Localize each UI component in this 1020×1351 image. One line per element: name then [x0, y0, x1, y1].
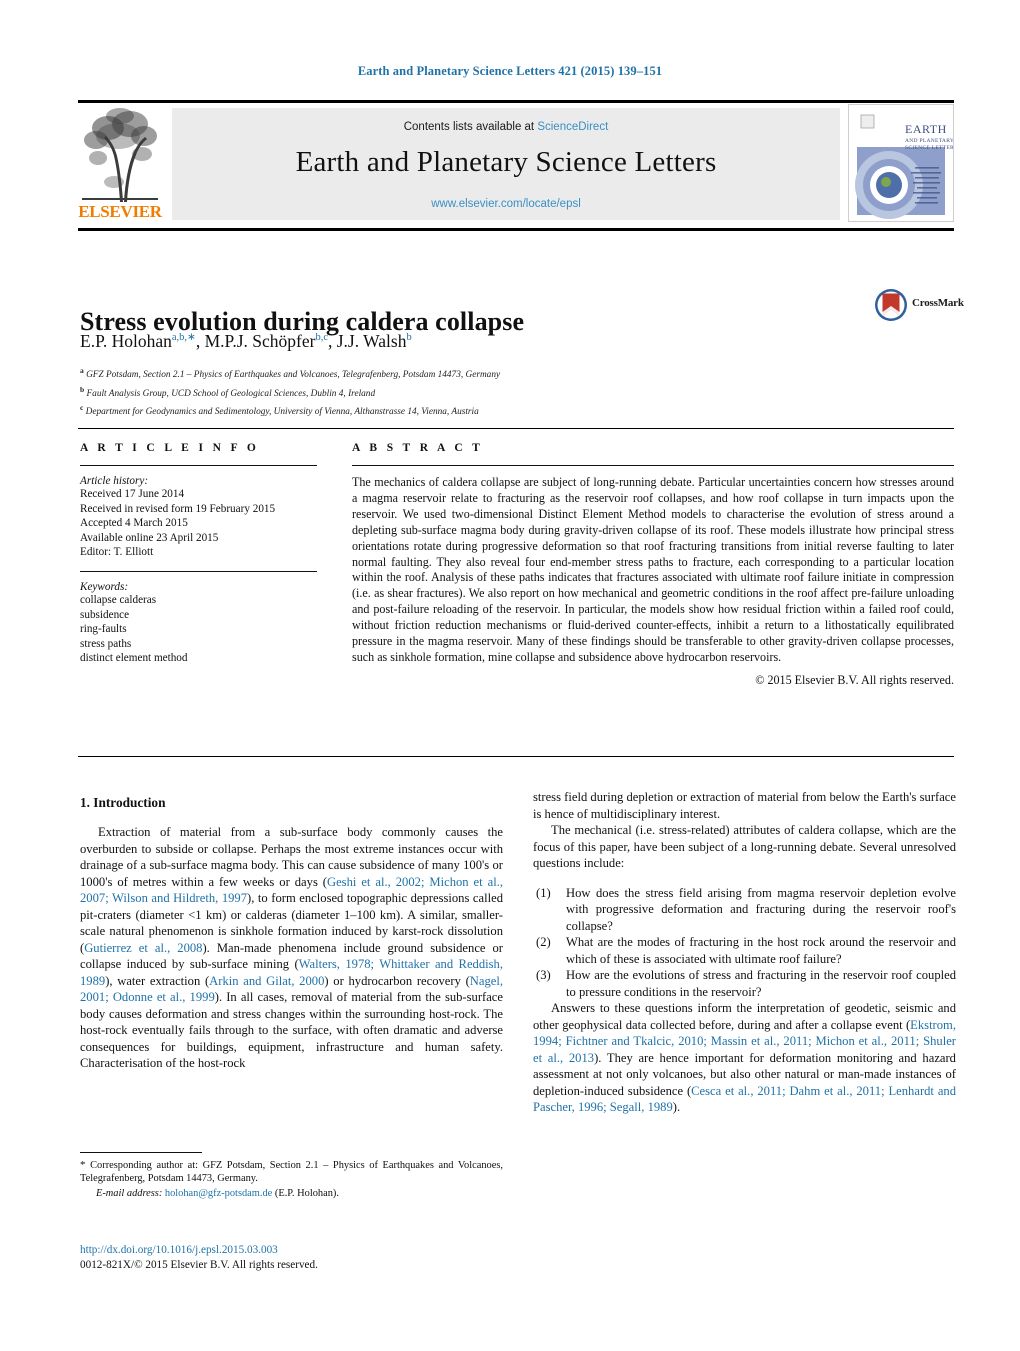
panel-bottom-rule [78, 756, 954, 757]
author-affil-marker[interactable]: b [406, 332, 411, 343]
svg-text:EARTH: EARTH [905, 122, 947, 136]
author-name: M.P.J. Schöpfer [204, 331, 316, 351]
elsevier-wordmark: ELSEVIER [78, 202, 162, 221]
affiliation-label: c [80, 403, 84, 413]
affiliation-label: a [80, 366, 84, 375]
svg-text:AND PLANETARY: AND PLANETARY [905, 138, 953, 144]
journal-banner: Contents lists available at ScienceDirec… [172, 108, 840, 220]
elsevier-logo: ELSEVIER [78, 106, 162, 222]
affiliation-label: b [80, 384, 85, 394]
introduction-paragraph-3: Answers to these questions inform the in… [533, 1000, 956, 1116]
introduction-paragraph-2: The mechanical (i.e. stress-related) att… [533, 823, 956, 870]
elsevier-tree-icon [82, 108, 158, 202]
issn-copyright-line: 0012-821X/© 2015 Elsevier B.V. All right… [80, 1259, 318, 1271]
affiliation-text: Fault Analysis Group, UCD School of Geol… [86, 388, 376, 399]
keyword-item: subsidence [80, 608, 130, 621]
list-item: (1) How does the stress field arising fro… [533, 885, 956, 935]
keyword-item: distinct element method [80, 652, 188, 665]
body-column-left: 1. Introduction Extraction of material f… [80, 795, 503, 1072]
journal-url-link[interactable]: www.elsevier.com/locate/epsl [172, 198, 840, 210]
body-column-right: stress field during depletion or extract… [533, 789, 956, 1116]
footnote-rule [80, 1152, 202, 1153]
history-editor: Editor: T. Elliott [80, 546, 154, 559]
article-history-label: Article history: [80, 475, 149, 487]
research-questions-list: (1) How does the stress field arising fro… [533, 885, 956, 1001]
masthead-bottom-rule [78, 228, 954, 231]
question-text: What are the modes of fracturing in the … [566, 935, 956, 966]
list-item: (2) What are the modes of fracturing in t… [533, 934, 956, 967]
citation-link[interactable]: Gutierrez et al., 2008 [84, 941, 202, 955]
keywords-label: Keywords: [80, 580, 129, 593]
affiliation-item: a GFZ Potsdam, Section 2.1 – Physics of … [80, 364, 800, 383]
svg-text:SCIENCE LETTERS: SCIENCE LETTERS [905, 145, 953, 151]
masthead-top-rule [78, 100, 954, 103]
body-text: ) or hydrocarbon recovery ( [324, 973, 470, 988]
footnote-block: * Corresponding author at: GFZ Potsdam, … [80, 1152, 503, 1200]
affiliation-item: b Fault Analysis Group, UCD School of Ge… [80, 383, 800, 402]
introduction-paragraph-1-continued: stress field during depletion or extract… [533, 789, 956, 822]
running-head: Earth and Planetary Science Letters 421 … [357, 64, 663, 78]
crossmark-label: CrossMark [912, 297, 964, 309]
affiliation-list: a GFZ Potsdam, Section 2.1 – Physics of … [80, 364, 800, 420]
keyword-item: collapse calderas [80, 593, 157, 606]
section-heading-introduction: 1. Introduction [80, 795, 166, 810]
journal-article-page: Earth and Planetary Science Letters 421 … [0, 0, 1020, 1351]
abstract-heading: A B S T R A C T [352, 442, 484, 454]
contents-prefix: Contents lists available at [403, 121, 538, 133]
history-item: Available online 23 April 2015 [80, 531, 219, 544]
journal-cover-image: EARTH AND PLANETARY SCIENCE LETTERS [849, 105, 953, 221]
abstract-text: The mechanics of caldera collapse are su… [352, 475, 954, 664]
body-text: ), water extraction ( [105, 973, 210, 988]
list-item: (3) How are the evolutions of stress and … [533, 967, 956, 1000]
contents-lists-line: Contents lists available at ScienceDirec… [172, 121, 840, 133]
crossmark-badge[interactable]: CrossMark [874, 288, 964, 322]
keyword-item: stress paths [80, 637, 132, 650]
body-text: stress field during depletion or extract… [533, 790, 956, 821]
email-note: E-mail address: holohan@gfz-potsdam.de (… [80, 1187, 503, 1200]
copyright-line: © 2015 Elsevier B.V. All rights reserved… [755, 672, 954, 687]
question-number: (1) [536, 885, 551, 900]
article-info-heading: A R T I C L E I N F O [80, 442, 260, 454]
question-text: How are the evolutions of stress and fra… [566, 968, 956, 999]
question-number: (3) [536, 968, 551, 982]
email-owner: (E.P. Holohan). [274, 1187, 339, 1199]
keywords-block: Keywords: collapse calderas subsidence r… [80, 581, 317, 666]
history-item: Accepted 4 March 2015 [80, 517, 188, 530]
info-divider [80, 465, 317, 466]
body-text: Answers to these questions inform the in… [533, 1001, 956, 1032]
affiliation-item: c Department for Geodynamics and Sedimen… [80, 401, 800, 420]
history-item: Received in revised form 19 February 201… [80, 502, 276, 515]
author-affil-marker[interactable]: b,c [315, 332, 328, 343]
question-text: How does the stress field arising from m… [566, 885, 956, 933]
journal-cover-thumbnail[interactable]: EARTH AND PLANETARY SCIENCE LETTERS [848, 104, 954, 222]
panel-top-rule [78, 428, 954, 429]
email-label: E-mail address: [96, 1187, 163, 1199]
email-link[interactable]: holohan@gfz-potsdam.de [165, 1188, 272, 1199]
abstract-column: A B S T R A C T The mechanics of caldera… [352, 442, 954, 688]
journal-title: Earth and Planetary Science Letters [295, 146, 717, 178]
sciencedirect-link[interactable]: ScienceDirect [537, 121, 608, 133]
doi-block: http://dx.doi.org/10.1016/j.epsl.2015.03… [80, 1243, 503, 1273]
question-number: (2) [536, 935, 551, 949]
body-text: ). [672, 1100, 681, 1114]
introduction-paragraph-1: Extraction of material from a sub-surfac… [80, 824, 503, 1072]
author-affil-marker[interactable]: a,b,∗ [172, 332, 196, 343]
citation-link[interactable]: Arkin and Gilat, 2000 [209, 974, 324, 988]
corresponding-author-note: * Corresponding author at: GFZ Potsdam, … [80, 1159, 503, 1186]
crossmark-icon [875, 289, 907, 321]
corresponding-author-text: Corresponding author at: GFZ Potsdam, Se… [80, 1160, 503, 1185]
author-list: E.P. Holohana,b,∗, M.P.J. Schöpferb,c, J… [80, 331, 412, 351]
author-name: J.J. Walsh [336, 331, 407, 351]
keywords-divider [80, 570, 317, 572]
keyword-item: ring-faults [80, 623, 127, 636]
affiliation-text: Department for Geodynamics and Sedimento… [85, 407, 479, 418]
affiliation-text: GFZ Potsdam, Section 2.1 – Physics of Ea… [86, 370, 501, 381]
asterisk-icon: * [80, 1159, 86, 1171]
abstract-divider [352, 465, 954, 466]
doi-link[interactable]: http://dx.doi.org/10.1016/j.epsl.2015.03… [80, 1243, 503, 1258]
article-info-column: A R T I C L E I N F O Article history: R… [80, 442, 317, 666]
history-item: Received 17 June 2014 [80, 488, 185, 500]
author-name: E.P. Holohan [80, 331, 172, 351]
